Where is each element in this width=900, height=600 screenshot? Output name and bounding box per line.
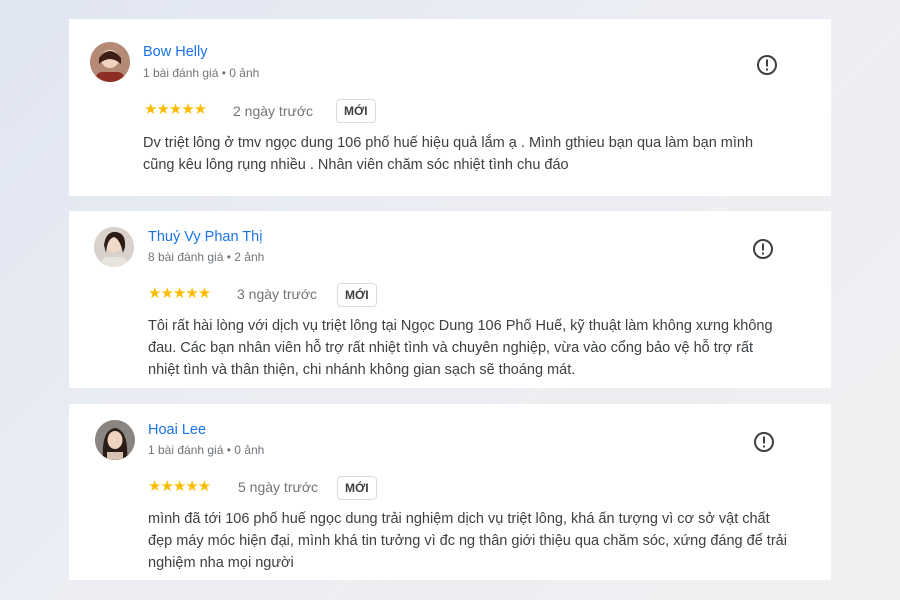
report-flag-icon[interactable]: [756, 54, 778, 76]
avatar[interactable]: [90, 42, 130, 82]
review-date: 2 ngày trước: [233, 103, 314, 119]
star-rating: ★★★★★: [148, 285, 211, 302]
report-flag-icon[interactable]: [752, 238, 774, 260]
review-card: Bow Helly 1 bài đánh giá • 0 ảnh ★★★★★ 2…: [69, 19, 831, 196]
review-card: Thuý Vy Phan Thị 8 bài đánh giá • 2 ảnh …: [69, 211, 831, 388]
reviewer-name[interactable]: Bow Helly: [143, 44, 207, 60]
review-date: 3 ngày trước: [237, 286, 318, 302]
reviewer-meta: 1 bài đánh giá • 0 ảnh: [143, 66, 260, 80]
report-flag-icon[interactable]: [753, 431, 775, 453]
star-rating: ★★★★★: [144, 101, 207, 118]
avatar[interactable]: [95, 420, 135, 460]
review-date: 5 ngày trước: [238, 479, 319, 495]
new-badge: MỚI: [337, 283, 377, 307]
review-text: Tôi rất hài lòng với dịch vụ triệt lông …: [148, 318, 773, 378]
reviewer-meta: 1 bài đánh giá • 0 ảnh: [148, 443, 265, 457]
new-badge: MỚI: [337, 476, 377, 500]
reviewer-meta: 8 bài đánh giá • 2 ảnh: [148, 250, 265, 264]
review-text: mình đã tới 106 phố huế ngọc dung trải n…: [148, 511, 787, 571]
reviewer-name[interactable]: Thuý Vy Phan Thị: [148, 229, 262, 245]
reviewer-name[interactable]: Hoai Lee: [148, 422, 206, 438]
review-text: Dv triệt lông ở tmv ngọc dung 106 phố hu…: [143, 135, 754, 173]
new-badge: MỚI: [336, 99, 376, 123]
review-card: Hoai Lee 1 bài đánh giá • 0 ảnh ★★★★★ 5 …: [69, 404, 831, 580]
avatar[interactable]: [94, 227, 134, 267]
star-rating: ★★★★★: [148, 478, 211, 495]
